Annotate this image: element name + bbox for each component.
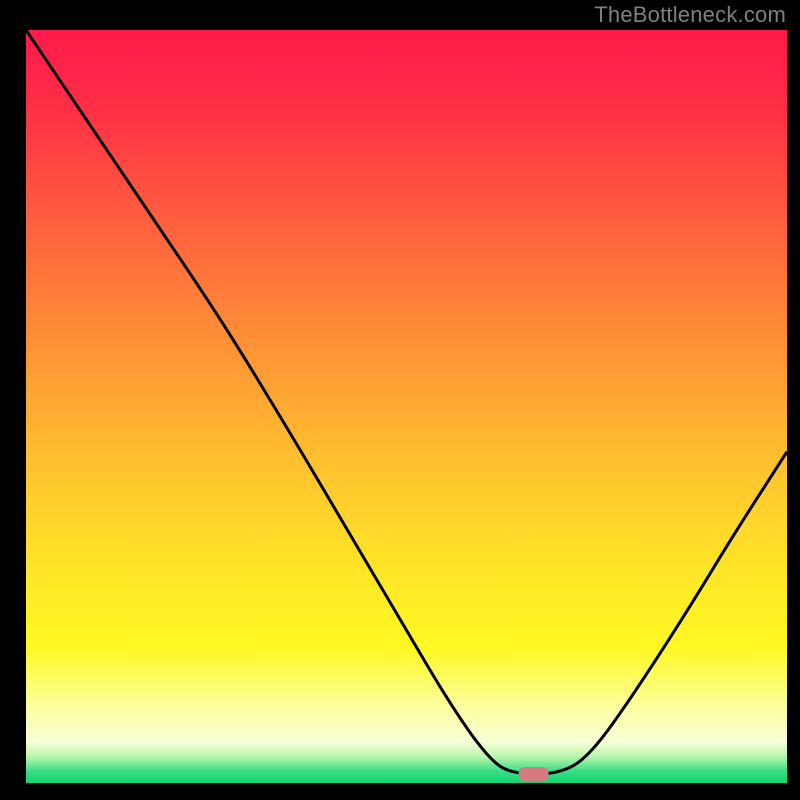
optimal-point-marker — [519, 767, 549, 781]
gradient-background — [26, 30, 787, 783]
chart-frame: TheBottleneck.com — [0, 0, 800, 800]
bottleneck-curve-chart — [0, 0, 800, 800]
